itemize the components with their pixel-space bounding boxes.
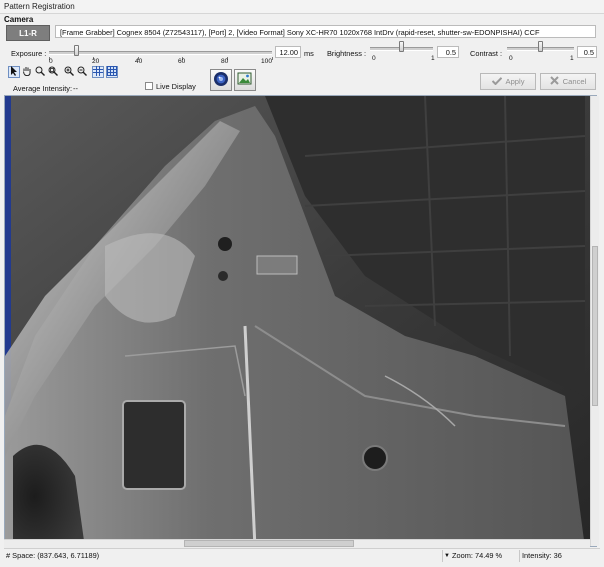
cancel-button-label: Cancel (562, 77, 587, 86)
status-bar: # Space: (837.643, 6.71189) ▼ Zoom: 74.4… (4, 548, 600, 563)
contrast-min-label: 0 (509, 55, 513, 62)
status-space: # Space: (837.643, 6.71189) (6, 551, 100, 560)
contrast-max-label: 1 (570, 55, 574, 62)
zoom-out-icon (77, 66, 87, 78)
grid-icon (107, 66, 117, 78)
zoom-out-button[interactable] (76, 66, 88, 78)
exposure-tick-100: 100 (261, 58, 273, 65)
status-zoom-dropdown-icon[interactable]: ▼ (444, 549, 450, 563)
image-viewport[interactable] (4, 95, 597, 547)
zoom-fit-icon (48, 66, 58, 78)
load-image-button[interactable] (234, 69, 256, 91)
exposure-tick-20: 20 (92, 58, 100, 65)
average-intensity-value: -- (73, 84, 78, 93)
exposure-slider[interactable] (49, 51, 272, 55)
brightness-max-label: 1 (431, 55, 435, 62)
viewport-vertical-scrollbar[interactable] (590, 96, 599, 546)
contrast-slider-thumb[interactable] (538, 41, 543, 52)
checkmark-icon (491, 76, 502, 87)
brightness-value-field[interactable]: 0.5 (437, 46, 459, 58)
exposure-value-field[interactable]: 12.00 (275, 46, 301, 58)
cancel-button[interactable]: Cancel (540, 73, 596, 90)
exposure-unit-label: ms (304, 49, 314, 58)
camera-image (5, 96, 596, 546)
horizontal-scroll-thumb[interactable] (184, 540, 354, 547)
exposure-tick-80: 80 (221, 58, 229, 65)
apply-button-label: Apply (505, 77, 525, 86)
viewport-horizontal-scrollbar[interactable] (4, 539, 590, 548)
zoom-in-button[interactable] (63, 66, 75, 78)
live-display-label: Live Display (156, 82, 196, 91)
zoom-fit-button[interactable] (47, 66, 59, 78)
average-intensity-label: Average Intensity: (13, 84, 73, 93)
status-zoom: Zoom: 74.49 % (452, 551, 503, 560)
brightness-label: Brightness : (327, 49, 367, 58)
camera-info-field: [Frame Grabber] Cognex 8504 (Z72543117),… (55, 25, 596, 38)
close-icon (549, 76, 559, 87)
exposure-slider-thumb[interactable] (74, 45, 79, 56)
brightness-slider-thumb[interactable] (399, 41, 404, 52)
exposure-tick-40: 40 (135, 58, 143, 65)
brightness-min-label: 0 (372, 55, 376, 62)
apply-button[interactable]: Apply (480, 73, 536, 90)
grab-image-button[interactable] (210, 69, 232, 91)
window-title: Pattern Registration (4, 2, 75, 11)
vertical-scroll-thumb[interactable] (592, 246, 598, 406)
crosshair-icon (93, 66, 103, 78)
grid-toggle-button[interactable] (106, 66, 118, 78)
exposure-tick-marks (49, 57, 273, 60)
exposure-tick-0: 0 (49, 58, 53, 65)
contrast-value-field[interactable]: 0.5 (577, 46, 597, 58)
title-bar: Pattern Registration (0, 0, 604, 14)
contrast-label: Contrast : (470, 49, 503, 58)
hand-icon (22, 66, 32, 78)
zoom-in-icon (64, 66, 74, 78)
crosshair-toggle-button[interactable] (92, 66, 104, 78)
zoom-tool-button[interactable] (34, 66, 46, 78)
pan-tool-button[interactable] (21, 66, 33, 78)
magnifier-icon (35, 66, 45, 78)
pointer-tool-button[interactable] (8, 66, 20, 78)
camera-lens-icon (213, 71, 229, 89)
camera-section-label: Camera (4, 15, 34, 24)
pointer-icon (10, 66, 18, 78)
live-display-checkbox[interactable] (145, 82, 153, 90)
status-intensity: Intensity: 36 (522, 551, 562, 560)
image-file-icon (237, 71, 253, 89)
exposure-label: Exposure : (11, 49, 47, 58)
exposure-tick-60: 60 (178, 58, 186, 65)
camera-id-badge: L1-R (6, 25, 50, 41)
